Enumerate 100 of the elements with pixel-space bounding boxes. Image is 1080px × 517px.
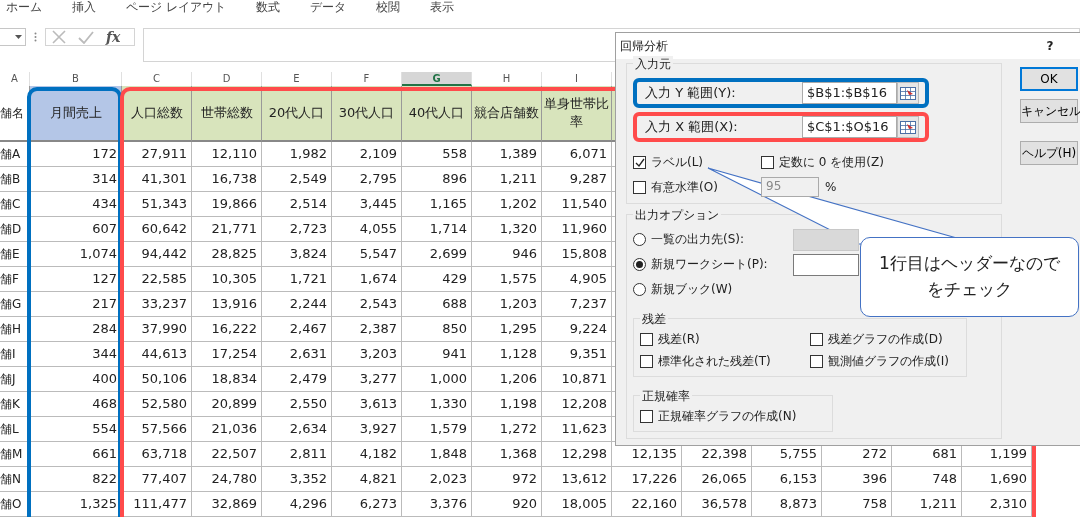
dialog-button[interactable]: OK — [1020, 67, 1078, 91]
table-cell: 111,477 — [122, 492, 192, 517]
table-cell: 217 — [30, 292, 122, 317]
table-cell: 16,738 — [192, 167, 262, 192]
table-cell: 1,206 — [472, 367, 542, 392]
ribbon-tab[interactable]: 数式 — [255, 0, 280, 16]
checkbox[interactable] — [640, 410, 653, 423]
ribbon-tab[interactable]: ページ レイアウト — [126, 0, 226, 16]
checkbox-label: ラベル(L) — [651, 154, 704, 171]
table-cell: 896 — [402, 167, 472, 192]
table-cell: 舗J — [0, 367, 30, 392]
table-cell: 28,825 — [192, 242, 262, 267]
table-cell: 44,613 — [122, 342, 192, 367]
checkbox-label: 残差グラフの作成(D) — [828, 331, 943, 348]
header-cell: 世帯総数 — [192, 86, 262, 142]
table-cell: 1,295 — [472, 317, 542, 342]
table-cell: 822 — [30, 467, 122, 492]
check-icon[interactable] — [78, 30, 94, 44]
group-label: 残差 — [640, 311, 668, 328]
table-cell: 12,208 — [542, 392, 612, 417]
checkbox[interactable] — [810, 355, 823, 368]
table-cell: 434 — [30, 192, 122, 217]
dialog-button[interactable]: ヘルプ(H) — [1020, 141, 1078, 165]
table-cell: 3,352 — [262, 467, 332, 492]
table-cell: 2,244 — [262, 292, 332, 317]
table-cell: 1,198 — [472, 392, 542, 417]
column-header[interactable]: G — [402, 72, 472, 86]
ribbon-tab[interactable]: 表示 — [429, 0, 454, 16]
callout-text: 1行目はヘッダーなので — [879, 252, 1060, 275]
table-cell: 688 — [402, 292, 472, 317]
checkbox[interactable] — [633, 180, 646, 194]
range-field[interactable]: $B$1:$B$16 — [802, 82, 897, 104]
table-cell: 6,153 — [752, 467, 822, 492]
checkbox[interactable] — [761, 156, 774, 169]
help-mark[interactable]: ? — [1019, 39, 1080, 53]
table-cell: 3,824 — [262, 242, 332, 267]
table-cell: 972 — [472, 467, 542, 492]
table-cell: 94,442 — [122, 242, 192, 267]
range-field[interactable]: $C$1:$O$16 — [802, 116, 897, 138]
table-cell: 127 — [30, 267, 122, 292]
table-cell: 1,211 — [892, 492, 962, 517]
ribbon-tab[interactable]: データ — [309, 0, 346, 16]
range-button[interactable] — [897, 82, 919, 104]
table-cell: 1,330 — [402, 392, 472, 417]
table-cell: 850 — [402, 317, 472, 342]
function-button[interactable]: fx — [106, 29, 121, 45]
table-cell: 19,866 — [192, 192, 262, 217]
table-cell: 2,387 — [332, 317, 402, 342]
ribbon-tab[interactable]: ホーム — [6, 0, 42, 16]
table-cell: 2,631 — [262, 342, 332, 367]
table-cell: 2,795 — [332, 167, 402, 192]
table-cell: 400 — [30, 367, 122, 392]
table-cell: 舗E — [0, 242, 30, 267]
table-cell: 2,479 — [262, 367, 332, 392]
checkbox[interactable] — [640, 355, 653, 368]
table-cell: 429 — [402, 267, 472, 292]
table-cell: 1,389 — [472, 142, 542, 167]
output-field[interactable] — [793, 253, 859, 276]
table-cell: 558 — [402, 142, 472, 167]
table-cell: 11,623 — [542, 417, 612, 442]
table-cell: 661 — [30, 442, 122, 467]
checkbox-label: 有意水準(O) — [651, 178, 718, 196]
table-cell: 468 — [30, 392, 122, 417]
table-cell: 554 — [30, 417, 122, 442]
table-cell: 2,109 — [332, 142, 402, 167]
table-cell: 57,566 — [122, 417, 192, 442]
ribbon-tab[interactable]: 校閲 — [375, 0, 400, 16]
radio-button[interactable] — [633, 258, 646, 271]
group-label: 入力元 — [633, 56, 673, 73]
field-label: 入力 Y 範囲(Y): — [645, 84, 737, 102]
table-cell: 4,905 — [542, 267, 612, 292]
table-cell: 1,575 — [472, 267, 542, 292]
table-cell: 1,714 — [402, 217, 472, 242]
header-cell: 舗名 — [0, 86, 30, 142]
checkbox[interactable] — [810, 333, 823, 346]
dialog-title: 回帰分析 — [620, 37, 669, 55]
table-cell: 3,277 — [332, 367, 402, 392]
table-cell: 21,036 — [192, 417, 262, 442]
table-cell: 1,211 — [472, 167, 542, 192]
table-cell: 4,296 — [262, 492, 332, 517]
table-cell: 2,543 — [332, 292, 402, 317]
header-cell: 人口総数 — [122, 86, 192, 142]
table-cell: 758 — [822, 492, 892, 517]
ribbon-tab[interactable]: 挿入 — [72, 0, 96, 16]
table-cell: 1,074 — [30, 242, 122, 267]
table-cell: 1,690 — [962, 467, 1032, 492]
header-cell: 単身世帯比率 — [542, 86, 612, 142]
checkbox[interactable] — [640, 333, 653, 346]
checkbox[interactable] — [633, 156, 646, 169]
table-cell: 748 — [892, 467, 962, 492]
table-cell: 344 — [30, 342, 122, 367]
name-box[interactable] — [0, 28, 26, 46]
radio-button[interactable] — [633, 233, 646, 246]
table-cell: 63,718 — [122, 442, 192, 467]
table-cell: 41,301 — [122, 167, 192, 192]
radio-button[interactable] — [633, 283, 646, 296]
table-cell: 2,723 — [262, 217, 332, 242]
unit-label: % — [825, 180, 837, 194]
range-button[interactable] — [897, 116, 919, 138]
dialog-button[interactable]: キャンセル — [1020, 99, 1078, 123]
